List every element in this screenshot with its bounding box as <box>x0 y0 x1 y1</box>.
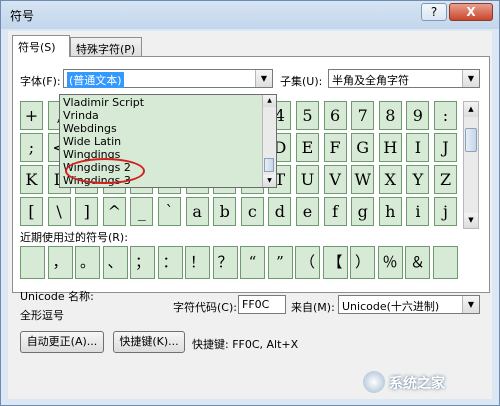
symbol-cell[interactable]: b <box>213 197 237 226</box>
highlight-circle <box>65 158 145 184</box>
scrollbar-thumb[interactable] <box>465 128 477 152</box>
scroll-up-icon[interactable]: ▲ <box>263 95 276 107</box>
tab-symbols[interactable]: 符号(S) <box>12 35 70 57</box>
symbol-cell[interactable]: a <box>185 197 209 226</box>
symbol-cell[interactable]: g <box>351 197 375 226</box>
symbol-cell[interactable]: i <box>406 197 430 226</box>
font-option[interactable]: Vrinda <box>63 109 99 122</box>
autocorrect-button[interactable]: 自动更正(A)... <box>20 331 104 353</box>
recent-symbol-cell[interactable]: ！ <box>185 246 210 279</box>
symbol-cell[interactable]: [ <box>20 197 43 226</box>
recent-symbol-cell[interactable]: （ <box>295 246 320 279</box>
symbol-cell[interactable]: ^ <box>102 197 126 226</box>
symbol-cell[interactable]: U <box>296 165 319 194</box>
from-combobox[interactable]: Unicode(十六进制) ▼ <box>338 295 480 314</box>
recent-symbol-cell[interactable] <box>432 246 458 279</box>
scroll-down-icon[interactable]: ▼ <box>464 213 478 228</box>
chevron-down-icon[interactable]: ▼ <box>462 296 479 313</box>
symbol-cell[interactable]: ` <box>158 197 181 226</box>
window-title: 符号 <box>10 9 35 23</box>
recent-symbol-cell[interactable]: 、 <box>102 246 128 279</box>
recent-symbols-label: 近期使用过的符号(R): <box>20 231 128 244</box>
shortcut-key-button[interactable]: 快捷键(K)... <box>113 331 185 353</box>
dropdown-scrollbar[interactable]: ▲ ▼ <box>262 95 276 187</box>
dialog-body: 符号(S) 特殊字符(P) 字体(F): (普通文本) ▼ 子集(U): 半角及… <box>8 31 492 399</box>
recent-symbol-cell[interactable]: 。 <box>75 246 100 279</box>
symbol-cell[interactable]: + <box>20 101 43 130</box>
from-value: Unicode(十六进制) <box>342 300 440 313</box>
symbol-cell[interactable]: F <box>323 133 347 162</box>
chevron-down-icon[interactable]: ▼ <box>255 70 272 87</box>
font-dropdown-list[interactable]: Vladimir Script Vrinda Webdings Wide Lat… <box>59 94 277 188</box>
font-option[interactable]: Wide Latin <box>63 135 121 148</box>
scroll-up-icon[interactable]: ▲ <box>464 102 478 117</box>
symbol-cell[interactable]: 8 <box>378 101 402 130</box>
symbol-cell[interactable]: h <box>378 197 402 226</box>
symbol-cell[interactable]: 7 <box>351 101 375 130</box>
font-combobox[interactable]: (普通文本) ▼ <box>63 69 273 88</box>
symbol-grid-scrollbar[interactable]: ▲ ▼ <box>463 101 479 229</box>
symbol-cell[interactable]: ] <box>75 197 99 226</box>
symbol-cell[interactable]: G <box>351 133 375 162</box>
help-button[interactable]: ? <box>421 3 447 21</box>
recent-symbol-cell[interactable]: ； <box>130 246 155 279</box>
recent-symbol-cell[interactable] <box>20 246 45 279</box>
symbol-cell[interactable]: E <box>296 133 319 162</box>
unicode-name-label: Unicode 名称: <box>20 290 94 303</box>
symbol-cell[interactable]: j <box>434 197 457 226</box>
recent-symbol-cell[interactable]: ” <box>267 246 293 279</box>
close-button[interactable]: X <box>449 3 493 21</box>
symbol-cell[interactable]: X <box>378 165 402 194</box>
from-label: 来自(M): <box>291 301 335 314</box>
symbol-cell[interactable]: I <box>406 133 430 162</box>
chevron-down-icon[interactable]: ▼ <box>462 70 479 87</box>
symbol-cell[interactable]: 6 <box>323 101 347 130</box>
char-code-input[interactable]: FF0C <box>238 295 286 314</box>
unicode-name-value: 全形逗号 <box>20 309 64 322</box>
recent-symbol-cell[interactable]: ＆ <box>405 246 430 279</box>
symbol-cell[interactable]: f <box>323 197 347 226</box>
recent-symbol-cell[interactable]: ： <box>157 246 183 279</box>
recent-symbol-cell[interactable]: “ <box>240 246 265 279</box>
font-value: (普通文本) <box>67 72 124 88</box>
symbol-cell[interactable]: 5 <box>296 101 319 130</box>
subset-label: 子集(U): <box>280 75 323 88</box>
symbol-cell[interactable]: Z <box>434 165 457 194</box>
recent-symbol-cell[interactable]: 【 <box>322 246 348 279</box>
symbol-cell[interactable]: K <box>20 165 43 194</box>
symbol-cell[interactable]: H <box>378 133 402 162</box>
recent-symbol-cell[interactable]: ％ <box>377 246 403 279</box>
char-code-label: 字符代码(C): <box>173 301 237 314</box>
symbol-cell[interactable]: c <box>240 197 264 226</box>
recent-symbol-cell[interactable]: ？ <box>212 246 238 279</box>
symbol-cell[interactable]: 9 <box>406 101 430 130</box>
symbol-cell[interactable]: : <box>434 101 457 130</box>
font-label: 字体(F): <box>20 75 61 88</box>
watermark-text: 系统之家 <box>389 376 445 392</box>
watermark-logo-icon <box>363 371 385 393</box>
subset-combobox[interactable]: 半角及全角字符 ▼ <box>328 69 480 88</box>
symbol-cell[interactable]: _ <box>130 197 154 226</box>
tab-special-characters[interactable]: 特殊字符(P) <box>70 37 142 57</box>
symbol-cell[interactable]: d <box>268 197 292 226</box>
shortcut-info: 快捷键: FF0C, Alt+X <box>192 338 299 351</box>
symbol-cell[interactable]: e <box>296 197 319 226</box>
symbol-cell[interactable]: V <box>323 165 347 194</box>
subset-value: 半角及全角字符 <box>332 74 409 87</box>
font-option[interactable]: Webdings <box>63 122 117 135</box>
scrollbar-thumb[interactable] <box>264 158 274 172</box>
title-bar: 符号 ? X <box>1 1 499 29</box>
symbol-cell[interactable]: J <box>434 133 457 162</box>
symbol-cell[interactable]: ; <box>20 133 43 162</box>
recent-symbol-cell[interactable]: ， <box>47 246 73 279</box>
font-option[interactable]: Vladimir Script <box>63 96 144 109</box>
symbol-dialog: 符号 ? X 符号(S) 特殊字符(P) 字体(F): (普通文本) ▼ 子集(… <box>0 0 500 406</box>
recent-symbol-cell[interactable]: ） <box>350 246 375 279</box>
symbol-cell[interactable]: \ <box>47 197 71 226</box>
scroll-down-icon[interactable]: ▼ <box>263 175 276 187</box>
symbol-cell[interactable]: Y <box>406 165 430 194</box>
symbol-cell[interactable]: W <box>351 165 375 194</box>
